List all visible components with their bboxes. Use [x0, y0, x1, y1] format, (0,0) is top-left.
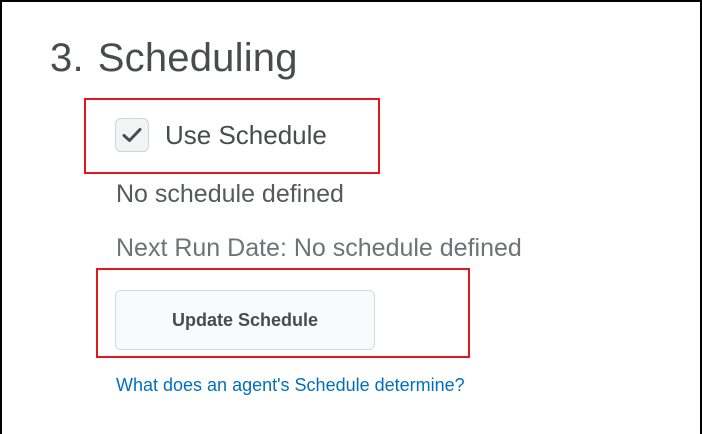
schedule-status-text: No schedule defined	[116, 180, 344, 208]
checkmark-icon	[122, 128, 142, 142]
schedule-help-link[interactable]: What does an agent's Schedule determine?	[116, 375, 465, 396]
section-heading: 3. Scheduling	[50, 36, 298, 81]
use-schedule-label[interactable]: Use Schedule	[165, 120, 327, 151]
scheduling-panel: 3. Scheduling Use Schedule No schedule de…	[0, 0, 702, 434]
use-schedule-option[interactable]: Use Schedule	[115, 115, 327, 155]
section-title: Scheduling	[97, 36, 298, 80]
section-number: 3.	[50, 36, 84, 80]
next-run-date-text: Next Run Date: No schedule defined	[116, 234, 522, 262]
update-schedule-button[interactable]: Update Schedule	[115, 290, 375, 350]
use-schedule-checkbox[interactable]	[115, 118, 149, 152]
